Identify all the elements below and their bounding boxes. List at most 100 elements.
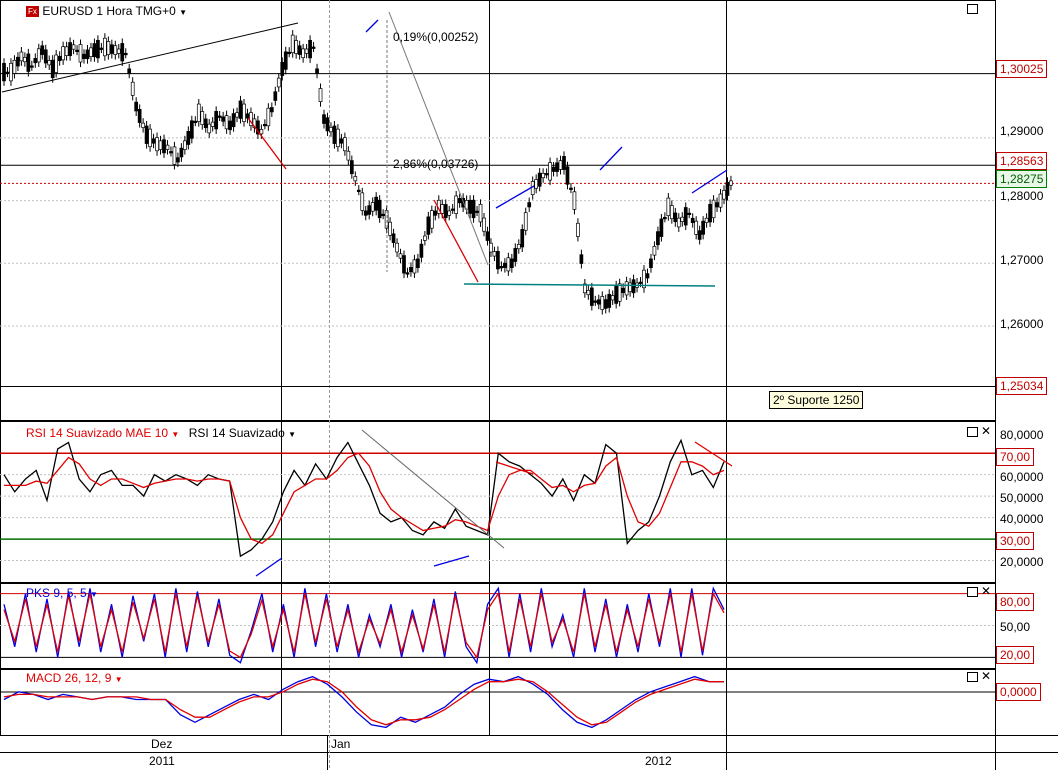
candle-body <box>162 139 166 154</box>
candle-body <box>489 242 493 253</box>
rsi-divergence-blue <box>433 555 470 567</box>
candle-body <box>116 48 121 54</box>
pks-title: PKS 9, 5, 5 <box>26 586 87 600</box>
close-icon[interactable]: ✕ <box>981 425 991 437</box>
candle-body <box>496 251 500 270</box>
candle-body <box>447 210 452 216</box>
candle-body <box>33 58 38 64</box>
candle-body <box>329 127 333 133</box>
rsi-axis-tick: 40,0000 <box>1000 512 1044 526</box>
macd-title-bar[interactable]: MACD 26, 12, 9 ▼ <box>26 671 123 687</box>
candle-body <box>339 138 344 144</box>
candle-body <box>141 122 145 128</box>
candle-body <box>322 114 326 124</box>
triangle-down-icon[interactable]: ▼ <box>179 8 187 17</box>
candle-body <box>235 112 239 118</box>
rsi-ma-title: RSI 14 Suavizado MAE 10 <box>26 426 169 440</box>
maximize-icon[interactable] <box>967 672 978 682</box>
price-axis-tick: 1,26000 <box>1000 317 1044 331</box>
triangle-down-icon[interactable]: ▼ <box>171 430 179 439</box>
candle-body <box>290 34 295 54</box>
grid-layer <box>0 0 1058 770</box>
candle-body <box>217 115 222 118</box>
pks-title-bar[interactable]: PKS 9, 5, 5 ▼ <box>26 586 98 602</box>
candle-body <box>663 216 667 220</box>
rsi-axis-tick: 60,0000 <box>1000 470 1044 484</box>
support-line <box>463 283 716 287</box>
rsi-axis-tick: 80,0000 <box>1000 428 1044 442</box>
candle-body <box>155 137 159 152</box>
triangle-down-icon[interactable]: ▼ <box>115 675 123 684</box>
candle-body <box>419 243 424 258</box>
candle-body <box>527 202 532 208</box>
candle-body <box>715 202 719 208</box>
candle-body <box>405 272 410 275</box>
candle-body <box>169 151 173 154</box>
candle-body <box>266 107 271 127</box>
maximize-icon[interactable] <box>967 587 978 597</box>
candle-body <box>725 181 730 196</box>
candle-body <box>183 140 187 150</box>
candle-body <box>9 62 13 82</box>
trendline-blue <box>691 169 728 194</box>
pks-level-label: 80,00 <box>996 593 1035 611</box>
candle-body <box>148 128 152 148</box>
close-icon[interactable]: ✕ <box>981 670 991 682</box>
candle-body <box>259 129 264 135</box>
close-icon[interactable]: ✕ <box>981 585 991 597</box>
panel-frame <box>0 421 996 583</box>
year-label: 2012 <box>645 754 672 768</box>
candle-body <box>708 204 712 223</box>
candle-body <box>214 111 219 130</box>
candle-body <box>607 293 612 308</box>
candle-body <box>283 51 288 70</box>
fib-annotation-top: 0,19%(0,00252) <box>393 30 479 44</box>
candle-body <box>273 91 278 101</box>
support-note[interactable]: 2º Suporte 1250 <box>769 391 864 409</box>
candle-body <box>457 198 462 204</box>
candle-body <box>697 230 702 240</box>
candle-body <box>276 77 281 88</box>
candle-body <box>652 246 657 256</box>
candle-body <box>151 138 156 144</box>
candle-body <box>377 199 382 219</box>
macd-level-label: 0,0000 <box>996 683 1041 701</box>
candle-body <box>263 123 267 127</box>
candle-body <box>485 231 490 241</box>
candle-body <box>85 49 90 60</box>
candle-body <box>433 210 438 216</box>
chart-canvas[interactable] <box>0 0 1058 770</box>
rsi-title-bar[interactable]: RSI 14 Suavizado MAE 10 ▼ RSI 14 Suaviza… <box>26 426 296 442</box>
chart-title-bar[interactable]: Fx EURUSD 1 Hora TMG+0 ▼ <box>26 4 187 20</box>
candle-body <box>54 54 59 73</box>
candle-body <box>186 130 191 145</box>
pks-axis-tick: 50,00 <box>1000 620 1031 634</box>
candle-body <box>398 253 403 259</box>
candle-body <box>16 56 20 67</box>
candle-body <box>482 217 486 232</box>
candle-body <box>137 109 142 123</box>
triangle-down-icon[interactable]: ▼ <box>288 430 296 439</box>
candle-body <box>304 48 309 54</box>
maximize-icon[interactable] <box>967 4 978 14</box>
candle-body <box>82 53 86 59</box>
candle-body <box>176 157 180 163</box>
triangle-down-icon[interactable]: ▼ <box>90 590 98 599</box>
candle-body <box>416 258 420 269</box>
candle-body <box>23 57 27 63</box>
candle-body <box>683 207 688 226</box>
candle-body <box>694 220 699 235</box>
candle-body <box>680 216 685 222</box>
candle-body <box>165 144 170 150</box>
candle-body <box>96 39 100 59</box>
fib-annotation-mid: 2,86%(0,03726) <box>393 157 479 171</box>
candle-body <box>40 45 45 55</box>
maximize-icon[interactable] <box>967 427 978 437</box>
trendline-blue <box>599 146 623 171</box>
price-level-label: 1,28563 <box>996 152 1048 170</box>
candle-body <box>548 162 552 181</box>
candle-body <box>509 258 514 269</box>
candle-body <box>120 43 125 62</box>
year-label: 2011 <box>149 754 175 768</box>
candle-body <box>343 137 347 152</box>
